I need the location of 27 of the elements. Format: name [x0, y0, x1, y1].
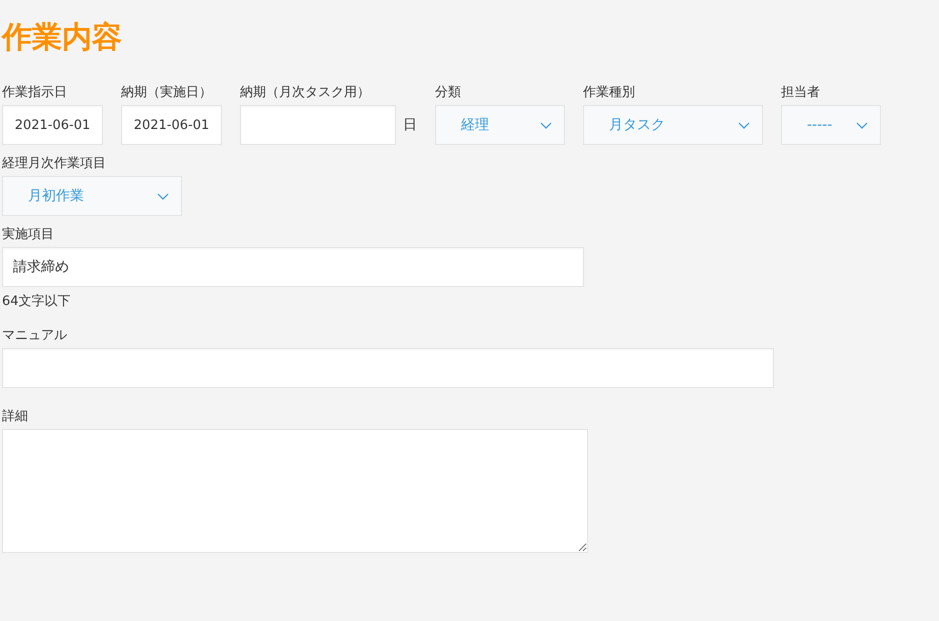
field-label: 分類	[435, 84, 461, 102]
field-label: マニュアル	[2, 327, 67, 345]
date-field[interactable]: 2021-06-01	[121, 105, 222, 145]
field-label: 納期（月次タスク用）	[240, 84, 370, 102]
day-unit: 日	[403, 116, 417, 134]
field-hint: 64文字以下	[2, 293, 71, 311]
chevron-icon	[738, 122, 750, 128]
field-label: 担当者	[781, 84, 820, 102]
field-label: 作業種別	[583, 84, 635, 102]
text-area[interactable]	[2, 429, 588, 553]
field-label: 詳細	[2, 408, 28, 426]
field-label: 経理月次作業項目	[2, 155, 106, 173]
day-field[interactable]	[240, 105, 396, 145]
dropdown[interactable]: 月タスク	[583, 105, 763, 145]
field-label: 納期（実施日）	[121, 84, 212, 102]
text-field[interactable]	[2, 348, 774, 388]
field-label: 作業指示日	[2, 84, 67, 102]
chevron-icon	[540, 122, 552, 128]
section-title: 作業内容	[2, 19, 122, 57]
date-field[interactable]: 2021-06-01	[2, 105, 103, 145]
dropdown[interactable]: -----	[781, 105, 881, 145]
chevron-icon	[157, 192, 169, 200]
text-field[interactable]: 請求締め	[2, 247, 584, 287]
field-label: 実施項目	[2, 226, 54, 244]
chevron-icon	[856, 122, 868, 128]
dropdown[interactable]: 経理	[435, 105, 565, 145]
dropdown[interactable]: 月初作業	[2, 176, 182, 216]
